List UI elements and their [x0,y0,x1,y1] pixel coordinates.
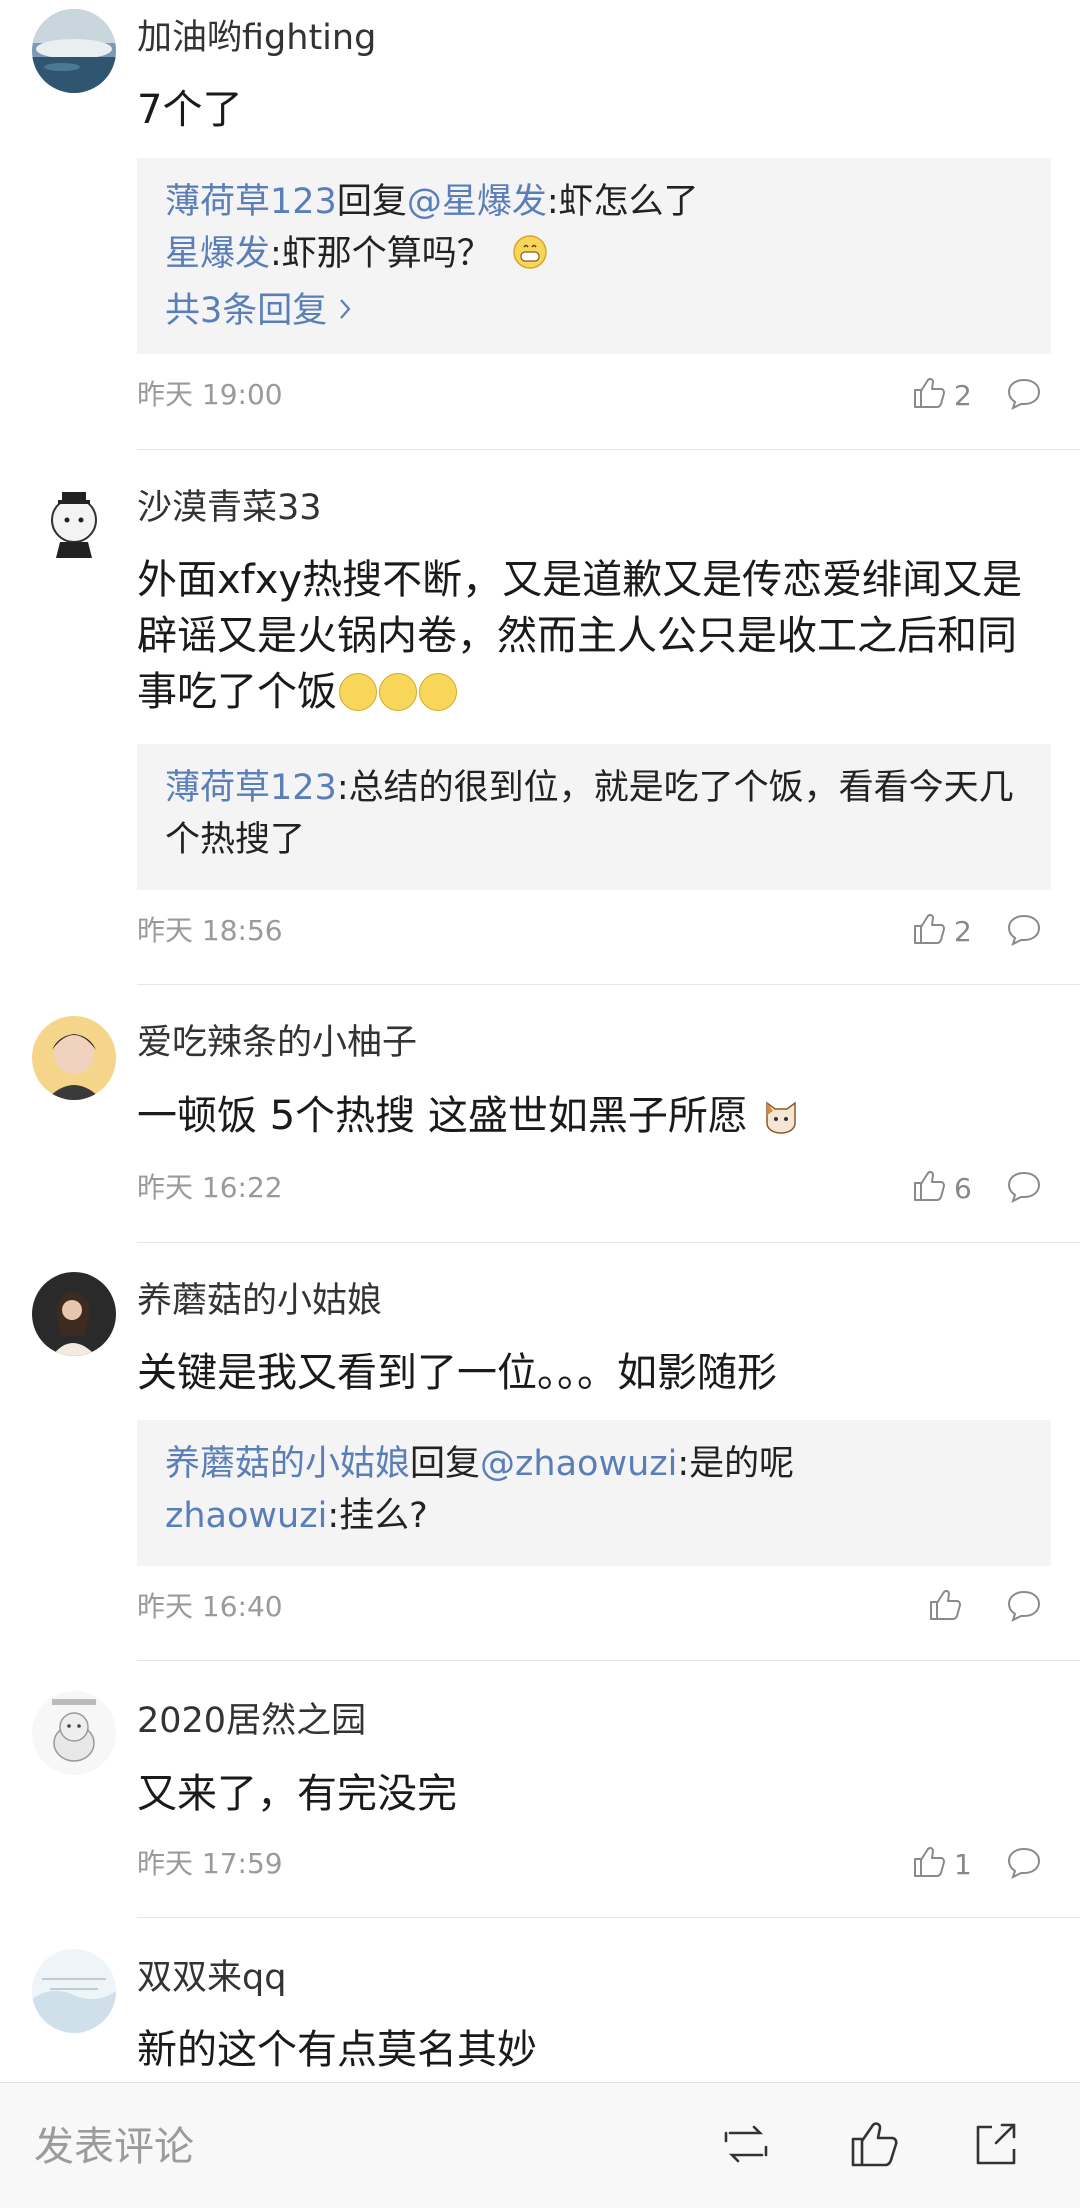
more-replies-link[interactable]: 共3条回复 [165,284,1023,337]
like-button[interactable] [928,1587,962,1627]
more-replies-label: 共3条回复 [165,291,328,331]
bottom-action-bar: 发表评论 [0,2082,1080,2208]
avatar[interactable] [32,9,116,93]
reply-text: :挂么? [327,1496,428,1536]
divider [137,1660,1080,1661]
reply-box[interactable]: 薄荷草123:总结的很到位，就是吃了个饭，看看今天几个热搜了 [137,744,1051,890]
reply-line: zhaowuzi:挂么? [165,1490,1023,1542]
timestamp: 昨天 16:40 [137,1590,283,1623]
thumbs-up-icon [912,376,946,414]
like-icon[interactable] [848,2119,902,2173]
comment-input[interactable]: 发表评论 [34,2123,194,2171]
comment-text: 新的这个有点莫名其妙 [137,2027,537,2073]
comment-text-body: 一顿饭 5个热搜 这盛世如黑子所愿 [137,1093,748,1139]
thumbs-up-icon [928,1588,962,1626]
reply-text: :是的呢 [677,1444,795,1484]
comment-text: 一顿饭 5个热搜 这盛世如黑子所愿 [137,1088,1027,1150]
username[interactable]: 养蘑菇的小姑娘 [137,1279,382,1323]
avatar[interactable] [32,1272,116,1356]
comment-icon[interactable] [1006,377,1042,415]
reply-author[interactable]: 薄荷草123 [165,768,337,808]
like-count: 1 [954,1847,972,1881]
reply-mid: 回复 [336,182,407,222]
grin-emoji-icon [513,232,547,284]
like-button[interactable]: 1 [912,1844,972,1884]
reply-line: 薄荷草123回复@星爆发:虾怎么了 [165,176,1023,228]
thumbs-up-icon [912,1169,946,1207]
reply-box[interactable]: 薄荷草123回复@星爆发:虾怎么了 星爆发:虾那个算吗？ 共3条回复 [137,158,1051,354]
username[interactable]: 加油哟fighting [137,16,376,60]
like-button[interactable]: 2 [912,375,972,415]
reply-box[interactable]: 养蘑菇的小姑娘回复@zhaowuzi:是的呢 zhaowuzi:挂么? [137,1420,1051,1566]
share-icon[interactable] [970,2119,1022,2173]
reply-mid: 回复 [410,1444,481,1484]
reply-author[interactable]: zhaowuzi [165,1496,327,1536]
avatar[interactable] [32,1016,116,1100]
like-count: 6 [954,1171,972,1205]
reply-line: 星爆发:虾那个算吗？ [165,228,1023,284]
username[interactable]: 双双来qq [137,1956,286,2000]
reply-line: 养蘑菇的小姑娘回复@zhaowuzi:是的呢 [165,1438,1023,1490]
comment-text: 外面xfxy热搜不断，又是道歉又是传恋爱绯闻又是辟谣又是火锅内卷，然而主人公只是… [137,552,1037,720]
divider [137,984,1080,985]
reply-author[interactable]: 养蘑菇的小姑娘 [165,1444,410,1484]
chevron-right-icon [338,284,352,336]
divider [137,1917,1080,1918]
avatar[interactable] [32,1949,116,2033]
reply-target[interactable]: @星爆发 [407,182,547,222]
shocked-emoji-icon [419,673,457,711]
comment-icon[interactable] [1006,1846,1042,1884]
avatar[interactable] [32,480,116,564]
username[interactable]: 2020居然之园 [137,1699,366,1743]
like-button[interactable]: 6 [912,1168,972,1208]
username[interactable]: 沙漠青菜33 [137,486,322,530]
timestamp: 昨天 18:56 [137,914,283,947]
comment-icon[interactable] [1006,913,1042,951]
divider [137,1242,1080,1243]
comment-text: 关键是我又看到了一位。。。如影随形 [137,1350,777,1396]
reply-author[interactable]: 薄荷草123 [165,182,337,222]
like-button[interactable]: 2 [912,911,972,951]
like-count: 2 [954,914,972,948]
comment-text: 又来了，有完没完 [137,1771,457,1817]
timestamp: 昨天 19:00 [137,378,283,411]
comment-icon[interactable] [1006,1170,1042,1208]
reply-text: :虾那个算吗？ [270,234,492,274]
reply-text: :虾怎么了 [546,182,699,222]
divider [137,449,1080,450]
avatar[interactable] [32,1691,116,1775]
comment-icon[interactable] [1006,1589,1042,1627]
thumbs-up-icon [912,912,946,950]
shocked-emoji-icon [379,673,417,711]
timestamp: 昨天 16:22 [137,1171,283,1204]
thumbs-up-icon [912,1845,946,1883]
comment-text: 7个了 [137,87,243,133]
reply-target[interactable]: @zhaowuzi [480,1444,677,1484]
repost-icon[interactable] [718,2119,774,2173]
like-count: 2 [954,378,972,412]
username[interactable]: 爱吃辣条的小柚子 [137,1021,417,1065]
cat-emoji-icon [761,1094,801,1150]
shocked-emoji-icon [339,673,377,711]
comment-page: 加油哟fighting 7个了 薄荷草123回复@星爆发:虾怎么了 星爆发:虾那… [0,0,1080,2208]
reply-author[interactable]: 星爆发 [165,234,270,274]
comment-text-body: 外面xfxy热搜不断，又是道歉又是传恋爱绯闻又是辟谣又是火锅内卷，然而主人公只是… [137,557,1023,715]
timestamp: 昨天 17:59 [137,1847,283,1880]
